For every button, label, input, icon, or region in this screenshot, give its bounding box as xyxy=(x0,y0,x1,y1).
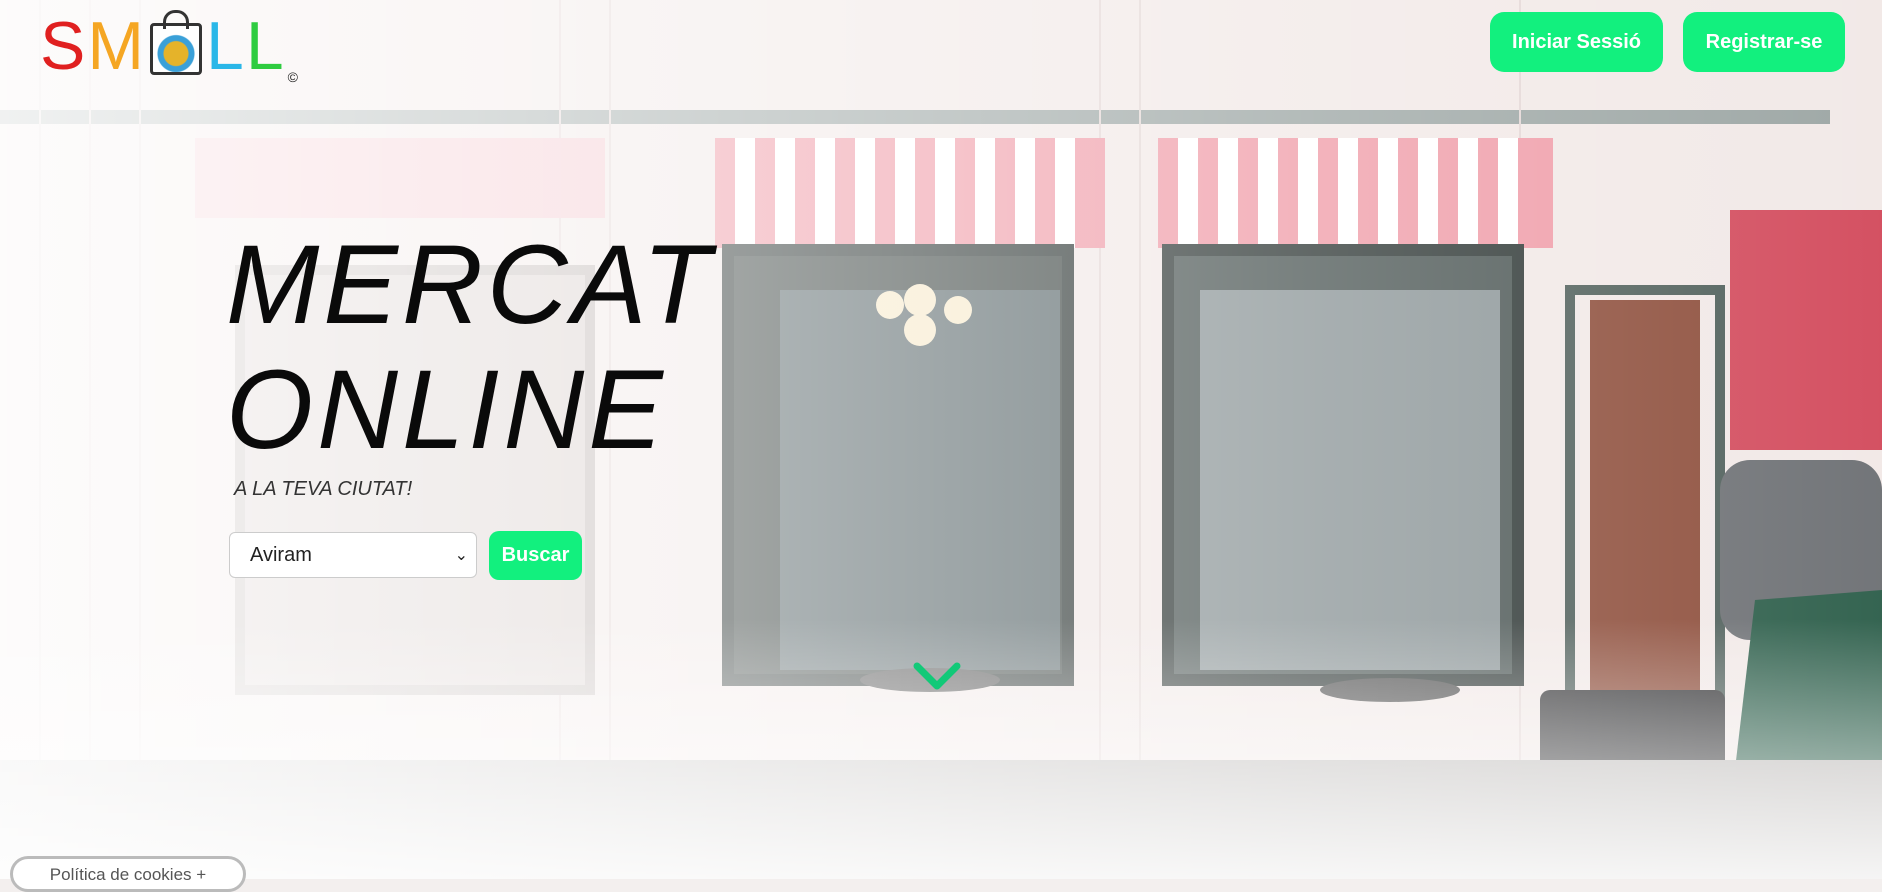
hero-title: MERCAT ONLINE xyxy=(226,222,715,472)
logo-letter-s: S xyxy=(40,8,88,84)
hero-subtitle: A LA TEVA CIUTAT! xyxy=(234,478,413,500)
logo-letter-l1: L xyxy=(206,8,246,84)
logo-letter-l2: L xyxy=(245,8,286,84)
copyright-mark: © xyxy=(287,69,300,85)
chevron-down-icon: ⌄ xyxy=(454,547,468,564)
register-button[interactable]: Registrar-se xyxy=(1683,12,1845,72)
small-logo[interactable]: S M L L © xyxy=(40,8,300,85)
scroll-down-chevron-icon[interactable] xyxy=(912,660,962,694)
city-select[interactable]: Aviram ⌄ xyxy=(229,532,477,578)
shopping-bag-icon xyxy=(150,10,203,75)
logo-letter-m: M xyxy=(87,8,147,84)
city-select-value: Aviram xyxy=(250,543,312,566)
hero-title-line1: MERCAT xyxy=(226,222,715,347)
image-bottom-fade xyxy=(0,619,1882,879)
search-button[interactable]: Buscar xyxy=(489,531,582,580)
hero-title-line2: ONLINE xyxy=(226,347,667,472)
cookies-policy-button[interactable]: Política de cookies + xyxy=(10,856,246,892)
login-button[interactable]: Iniciar Sessió xyxy=(1490,12,1663,72)
